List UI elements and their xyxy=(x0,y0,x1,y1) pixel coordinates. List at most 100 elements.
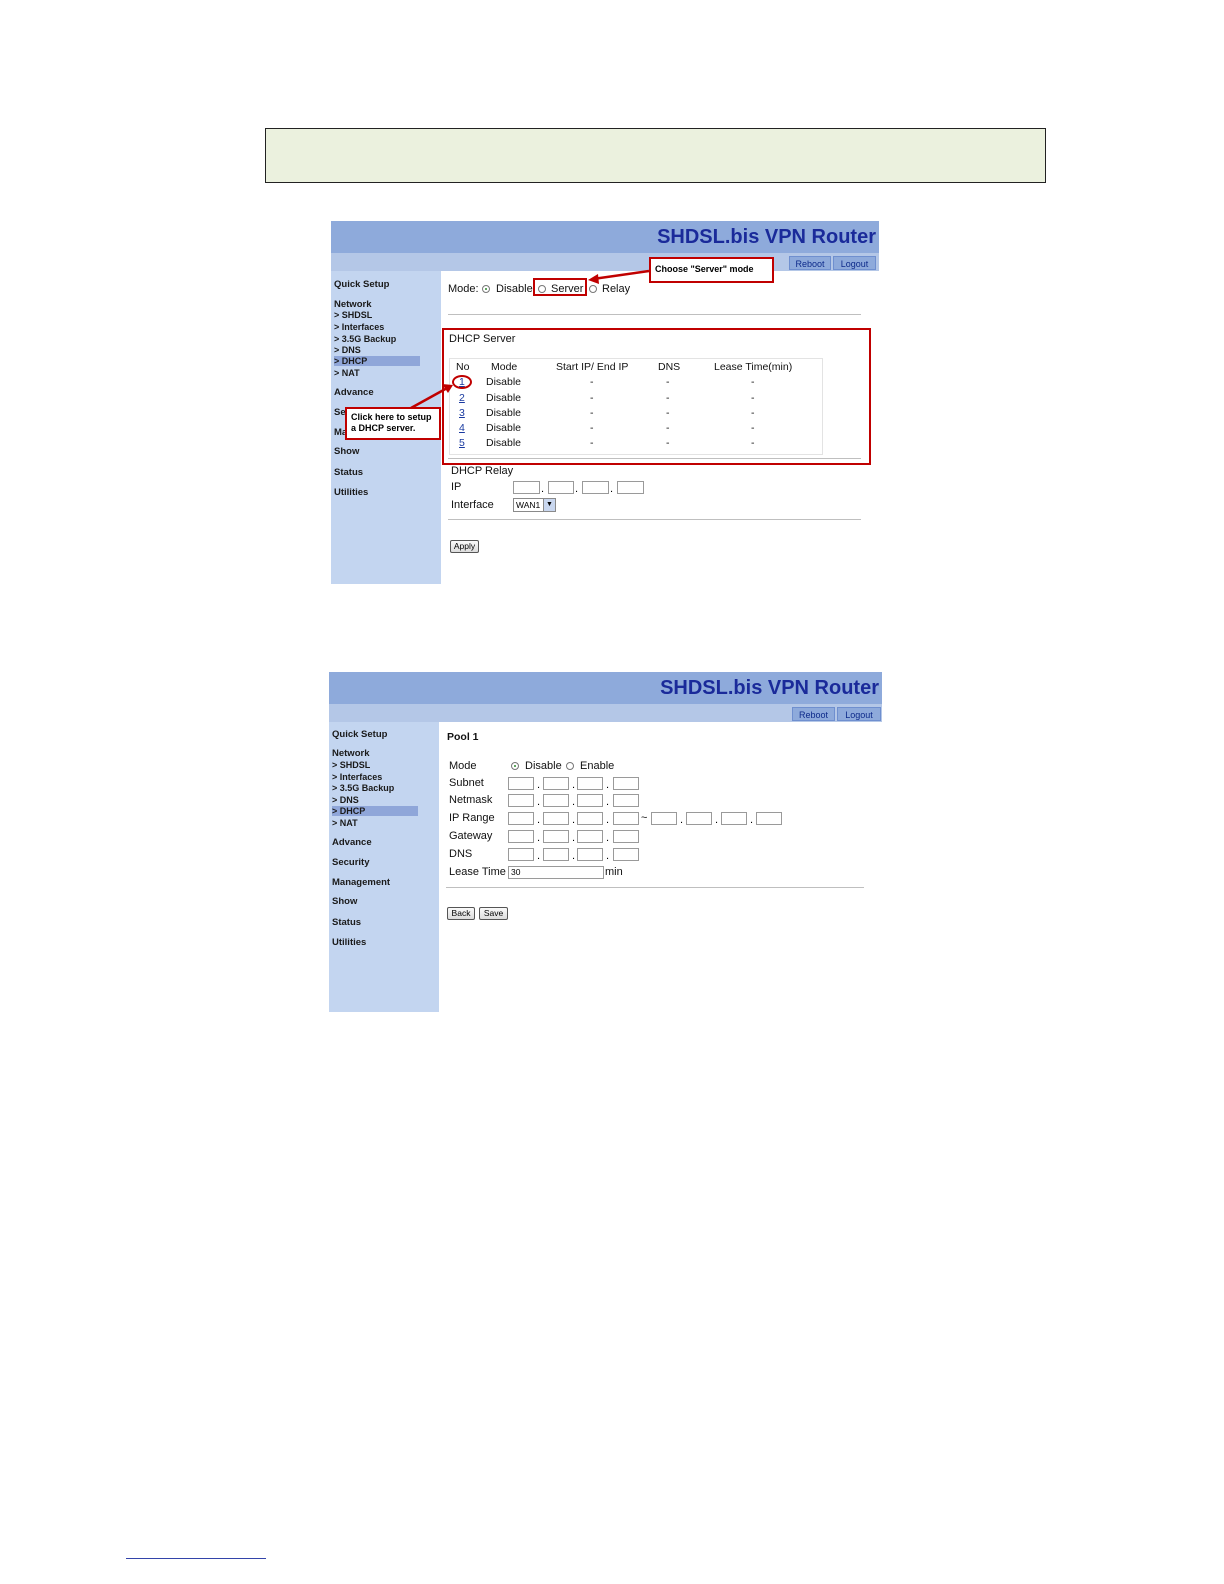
footer-rule xyxy=(126,1558,266,1559)
sidebar-item-network[interactable]: Network xyxy=(332,748,369,759)
divider xyxy=(448,314,861,315)
mode-label: Mode: xyxy=(448,283,479,295)
ip-octet-input[interactable] xyxy=(543,812,569,825)
sidebar-item-advance[interactable]: Advance xyxy=(334,387,374,398)
ip-octet-input[interactable] xyxy=(577,830,603,843)
ip-octet-input[interactable] xyxy=(508,777,534,790)
sidebar-item-security[interactable]: Se xyxy=(334,407,346,418)
ip-octet-input[interactable] xyxy=(613,812,639,825)
save-button[interactable]: Save xyxy=(479,907,508,920)
field-label: DNS xyxy=(449,848,473,860)
sidebar-item-dhcp[interactable]: > DHCP xyxy=(332,806,418,816)
sidebar-item-3g-backup[interactable]: > 3.5G Backup xyxy=(334,334,396,344)
pool-mode-enable-label: Enable xyxy=(580,760,615,772)
pool-mode-label: Mode xyxy=(449,760,477,772)
sidebar-item-dns[interactable]: > DNS xyxy=(332,795,359,805)
relay-interface-label: Interface xyxy=(451,499,494,511)
relay-ip-octet-4[interactable] xyxy=(617,481,644,494)
pool-mode-enable-radio[interactable] xyxy=(566,762,574,770)
sidebar-item-quick-setup[interactable]: Quick Setup xyxy=(334,279,389,290)
ip-octet-input[interactable] xyxy=(613,830,639,843)
server-highlight-box xyxy=(533,278,587,296)
relay-interface-select[interactable]: WAN1 ▼ xyxy=(513,498,556,512)
sidebar-item-shdsl[interactable]: > SHDSL xyxy=(334,310,372,320)
row-1-highlight-circle xyxy=(452,375,472,389)
ip-dot: . xyxy=(572,779,576,791)
ip-octet-input[interactable] xyxy=(577,777,603,790)
ip-range-end-octet[interactable] xyxy=(686,812,712,825)
logout-button[interactable]: Logout xyxy=(837,707,881,721)
ip-dot: . xyxy=(541,483,545,495)
ip-octet-input[interactable] xyxy=(508,794,534,807)
lease-time-input[interactable]: 30 xyxy=(508,866,604,879)
lease-time-unit: min xyxy=(605,866,623,878)
ip-octet-input[interactable] xyxy=(543,777,569,790)
sidebar-item-utilities[interactable]: Utilities xyxy=(334,487,368,498)
mode-disable-radio[interactable] xyxy=(482,285,490,293)
ip-range-end-octet[interactable] xyxy=(651,812,677,825)
mode-relay-radio[interactable] xyxy=(589,285,597,293)
ip-octet-input[interactable] xyxy=(577,794,603,807)
ip-octet-input[interactable] xyxy=(543,794,569,807)
ip-octet-input[interactable] xyxy=(543,848,569,861)
relay-ip-octet-1[interactable] xyxy=(513,481,540,494)
ip-octet-input[interactable] xyxy=(508,830,534,843)
sidebar-item-dhcp[interactable]: > DHCP xyxy=(334,356,420,366)
reboot-button[interactable]: Reboot xyxy=(789,256,831,270)
relay-ip-octet-3[interactable] xyxy=(582,481,609,494)
ip-dot: . xyxy=(606,832,610,844)
ip-range-end-octet[interactable] xyxy=(721,812,747,825)
sidebar-item-quick-setup[interactable]: Quick Setup xyxy=(332,729,387,740)
ip-octet-input[interactable] xyxy=(508,848,534,861)
divider xyxy=(446,887,864,888)
sidebar-item-utilities[interactable]: Utilities xyxy=(332,937,366,948)
ip-octet-input[interactable] xyxy=(508,812,534,825)
sidebar-item-security[interactable]: Security xyxy=(332,857,370,868)
field-label: Netmask xyxy=(449,794,493,806)
sidebar-item-show[interactable]: Show xyxy=(334,446,359,457)
sidebar-item-shdsl[interactable]: > SHDSL xyxy=(332,760,370,770)
field-label: Subnet xyxy=(449,777,484,789)
ip-dot: . xyxy=(750,814,754,826)
sidebar-item-advance[interactable]: Advance xyxy=(332,837,372,848)
sidebar-item-status[interactable]: Status xyxy=(332,917,361,928)
relay-interface-value: WAN1 xyxy=(516,500,541,510)
sidebar-item-nat[interactable]: > NAT xyxy=(332,818,358,828)
sidebar-item-interfaces[interactable]: > Interfaces xyxy=(334,322,384,332)
ip-octet-input[interactable] xyxy=(577,848,603,861)
dhcp-mode-screenshot: SHDSL.bis VPN Router Reboot Logout Quick… xyxy=(331,221,879,584)
ip-dot: . xyxy=(610,483,614,495)
ip-dot: . xyxy=(715,814,719,826)
ip-dot: . xyxy=(572,832,576,844)
ip-octet-input[interactable] xyxy=(613,848,639,861)
sidebar-item-interfaces[interactable]: > Interfaces xyxy=(332,772,382,782)
chevron-down-icon[interactable]: ▼ xyxy=(543,499,555,511)
mode-disable-label: Disable xyxy=(496,283,533,295)
sidebar-item-network[interactable]: Network xyxy=(334,299,371,310)
reboot-button[interactable]: Reboot xyxy=(792,707,835,721)
sidebar-item-nat[interactable]: > NAT xyxy=(334,368,360,378)
ip-dot: . xyxy=(572,850,576,862)
ip-octet-input[interactable] xyxy=(577,812,603,825)
relay-ip-octet-2[interactable] xyxy=(548,481,574,494)
sidebar-item-3g-backup[interactable]: > 3.5G Backup xyxy=(332,783,394,793)
brand-title: SHDSL.bis VPN Router xyxy=(660,677,879,699)
sidebar-item-status[interactable]: Status xyxy=(334,467,363,478)
brand-title: SHDSL.bis VPN Router xyxy=(657,226,876,248)
sidebar-item-show[interactable]: Show xyxy=(332,896,357,907)
logout-button[interactable]: Logout xyxy=(833,256,876,270)
back-button[interactable]: Back xyxy=(447,907,475,920)
sidebar-item-dns[interactable]: > DNS xyxy=(334,345,361,355)
dhcp-relay-title: DHCP Relay xyxy=(451,465,514,477)
pool-title: Pool 1 xyxy=(447,731,479,743)
ip-dot: . xyxy=(606,814,610,826)
pool-mode-disable-radio[interactable] xyxy=(511,762,519,770)
ip-range-end-octet[interactable] xyxy=(756,812,782,825)
ip-octet-input[interactable] xyxy=(543,830,569,843)
lease-time-label: Lease Time xyxy=(449,866,506,878)
range-separator: ~ xyxy=(641,812,648,824)
ip-octet-input[interactable] xyxy=(613,794,639,807)
sidebar-item-management[interactable]: Management xyxy=(332,877,390,888)
apply-button[interactable]: Apply xyxy=(450,540,479,553)
ip-octet-input[interactable] xyxy=(613,777,639,790)
